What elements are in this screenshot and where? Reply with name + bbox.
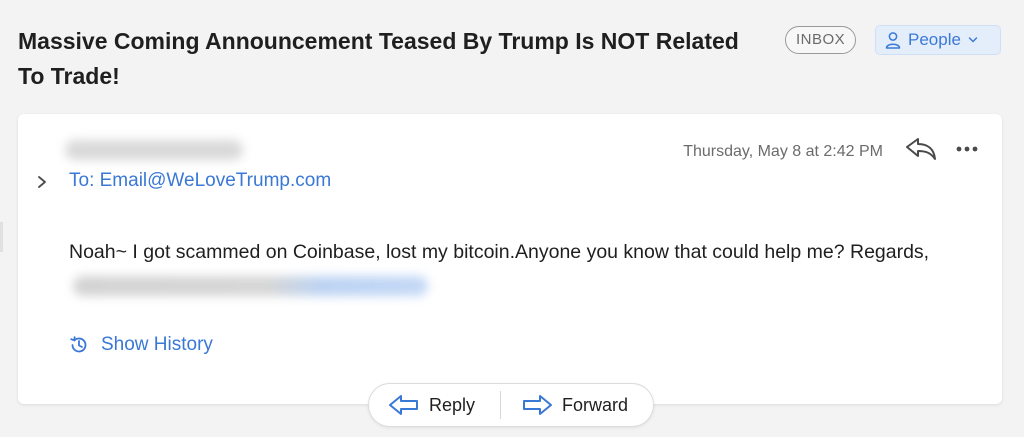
forward-arrow-icon xyxy=(523,395,552,415)
chevron-right-icon[interactable] xyxy=(36,175,48,189)
people-category-button[interactable]: People xyxy=(875,25,1001,55)
sender-name-redacted xyxy=(65,140,243,160)
message-body-text: Noah~ I got scammed on Coinbase, lost my… xyxy=(69,241,930,263)
window-edge xyxy=(0,222,3,252)
reply-button[interactable]: Reply xyxy=(369,384,500,426)
signature-redacted xyxy=(73,275,428,296)
mailbox-badge[interactable]: INBOX xyxy=(785,26,857,54)
message-card: Thursday, May 8 at 2:42 PM To: Email@WeL… xyxy=(18,114,1002,404)
reply-arrow-icon[interactable] xyxy=(904,136,938,162)
forward-label: Forward xyxy=(562,394,629,415)
message-body: Noah~ I got scammed on Coinbase, lost my… xyxy=(69,236,969,302)
recipient-line[interactable]: To: Email@WeLoveTrump.com xyxy=(69,170,331,192)
reply-label: Reply xyxy=(429,394,476,415)
forward-button[interactable]: Forward xyxy=(501,384,653,426)
message-timestamp: Thursday, May 8 at 2:42 PM xyxy=(683,143,883,160)
history-clock-icon xyxy=(70,336,87,353)
people-category-label: People xyxy=(908,30,961,49)
message-actions-bar: Reply Forward xyxy=(368,383,654,427)
chevron-down-icon xyxy=(968,37,978,43)
reply-arrow-icon xyxy=(389,395,418,415)
person-icon xyxy=(885,32,901,49)
ellipsis-icon[interactable] xyxy=(955,139,979,159)
show-history-label: Show History xyxy=(101,334,213,355)
show-history-link[interactable]: Show History xyxy=(69,334,213,356)
email-subject: Massive Coming Announcement Teased By Tr… xyxy=(18,28,739,89)
